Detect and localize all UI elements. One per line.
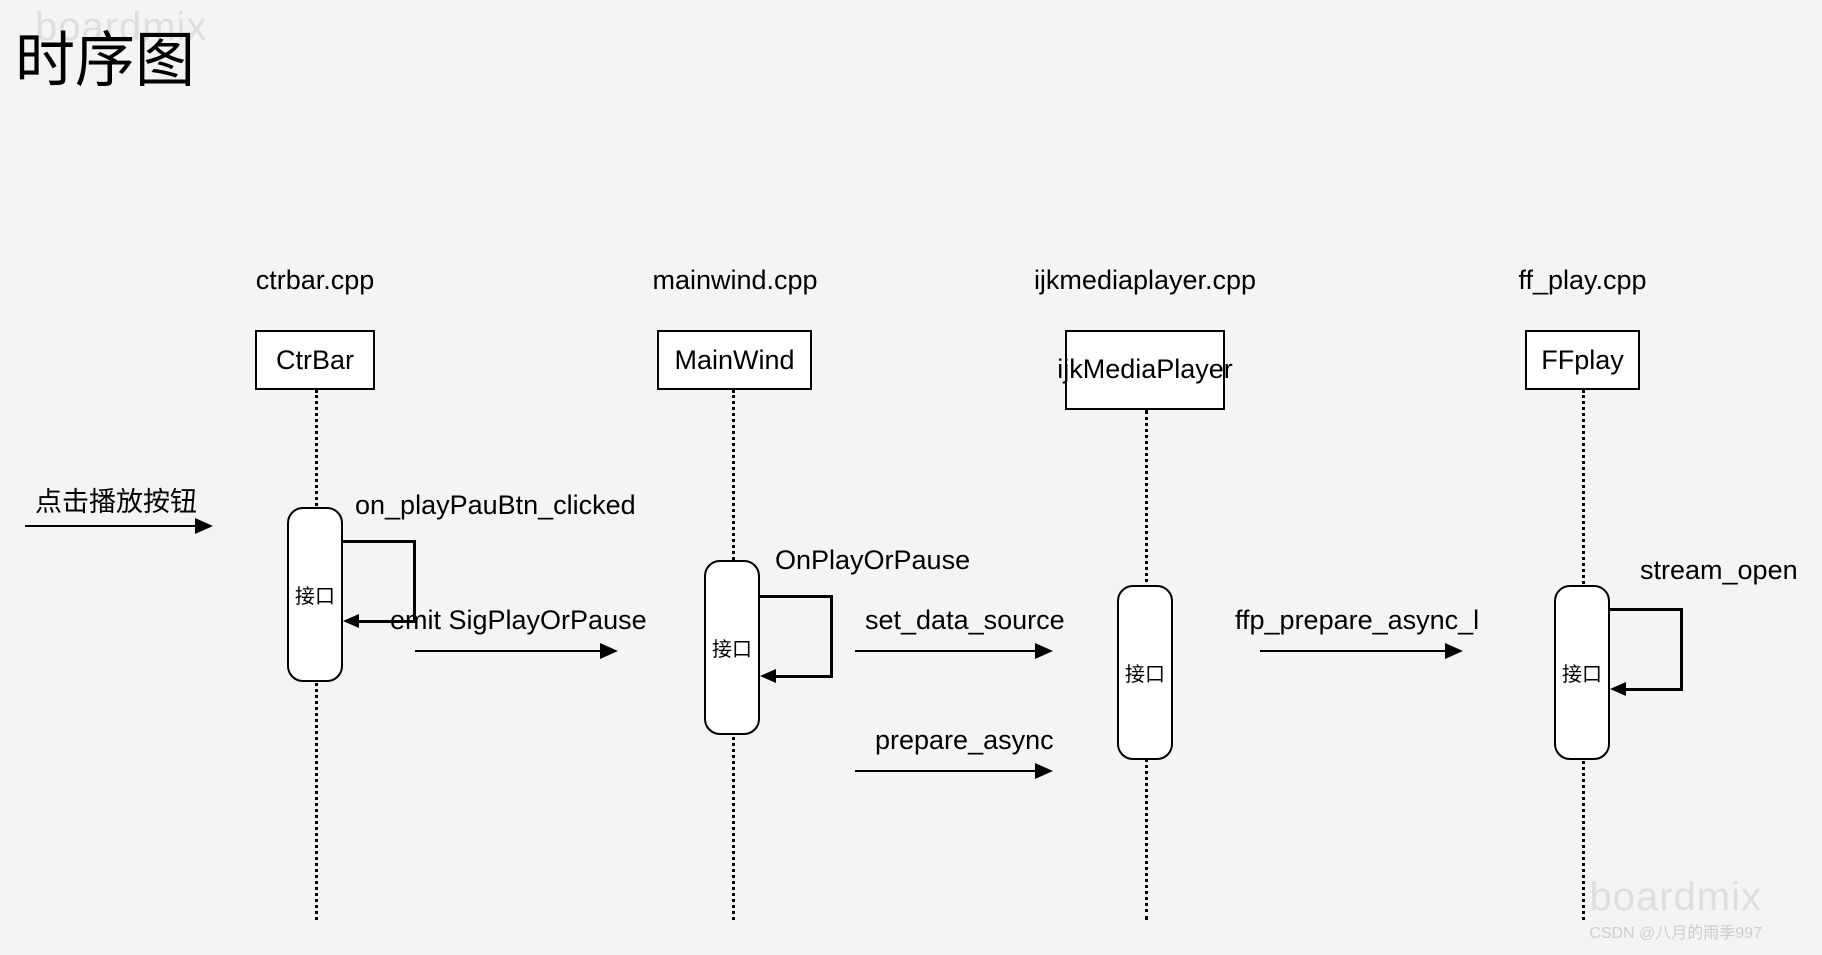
participant-file-ffplay: ff_play.cpp: [1495, 265, 1670, 296]
self-call-mainwind: [760, 595, 830, 675]
msg-sig-play-pause: emit SigPlayOrPause: [390, 605, 647, 636]
activation-mainwind: 接口: [704, 560, 760, 735]
arrow-trigger: [25, 525, 200, 527]
msg-ffp-prepare: ffp_prepare_async_l: [1235, 605, 1479, 636]
arrow-setds: [855, 650, 1040, 652]
msg-prepare-async: prepare_async: [875, 725, 1054, 756]
msg-on-play-or-pause: OnPlayOrPause: [775, 545, 970, 576]
msg-stream-open: stream_open: [1640, 555, 1798, 586]
activation-label: 接口: [1125, 658, 1165, 687]
participant-file-ctrbar: ctrbar.cpp: [245, 265, 385, 296]
watermark-bottom-right: boardmix: [1589, 875, 1762, 920]
participant-name-mainwind: MainWind: [674, 345, 794, 376]
arrow-sig-head: [600, 643, 618, 659]
participant-box-ctrbar: CtrBar: [255, 330, 375, 390]
participant-file-mainwind: mainwind.cpp: [630, 265, 840, 296]
activation-label: 接口: [295, 580, 335, 609]
participant-name-ijk: ijkMediaPlayer: [1057, 355, 1233, 385]
msg-set-data-source: set_data_source: [865, 605, 1065, 636]
arrow-setds-head: [1035, 643, 1053, 659]
arrow-prepare-head: [1035, 763, 1053, 779]
participant-box-ffplay: FFplay: [1525, 330, 1640, 390]
activation-ffplay: 接口: [1554, 585, 1610, 760]
activation-ijk: 接口: [1117, 585, 1173, 760]
arrow-sig: [415, 650, 605, 652]
credit-text: CSDN @八月的雨季997: [1589, 919, 1762, 943]
msg-trigger: 点击播放按钮: [35, 480, 197, 519]
participant-name-ffplay: FFplay: [1541, 345, 1624, 376]
arrow-ffp-head: [1445, 643, 1463, 659]
self-call-ffplay: [1610, 608, 1680, 688]
activation-label: 接口: [712, 633, 752, 662]
participant-box-ijk: ijkMediaPlayer: [1065, 330, 1225, 410]
arrow-ffp: [1260, 650, 1450, 652]
msg-on-play-btn: on_playPauBtn_clicked: [355, 490, 636, 521]
participant-box-mainwind: MainWind: [657, 330, 812, 390]
arrow-prepare: [855, 770, 1040, 772]
diagram-title: 时序图: [15, 12, 195, 99]
activation-ctrbar: 接口: [287, 507, 343, 682]
arrow-trigger-head: [195, 518, 213, 534]
activation-label: 接口: [1562, 658, 1602, 687]
participant-file-ijk: ijkmediaplayer.cpp: [1010, 265, 1280, 296]
participant-name-ctrbar: CtrBar: [276, 345, 354, 376]
